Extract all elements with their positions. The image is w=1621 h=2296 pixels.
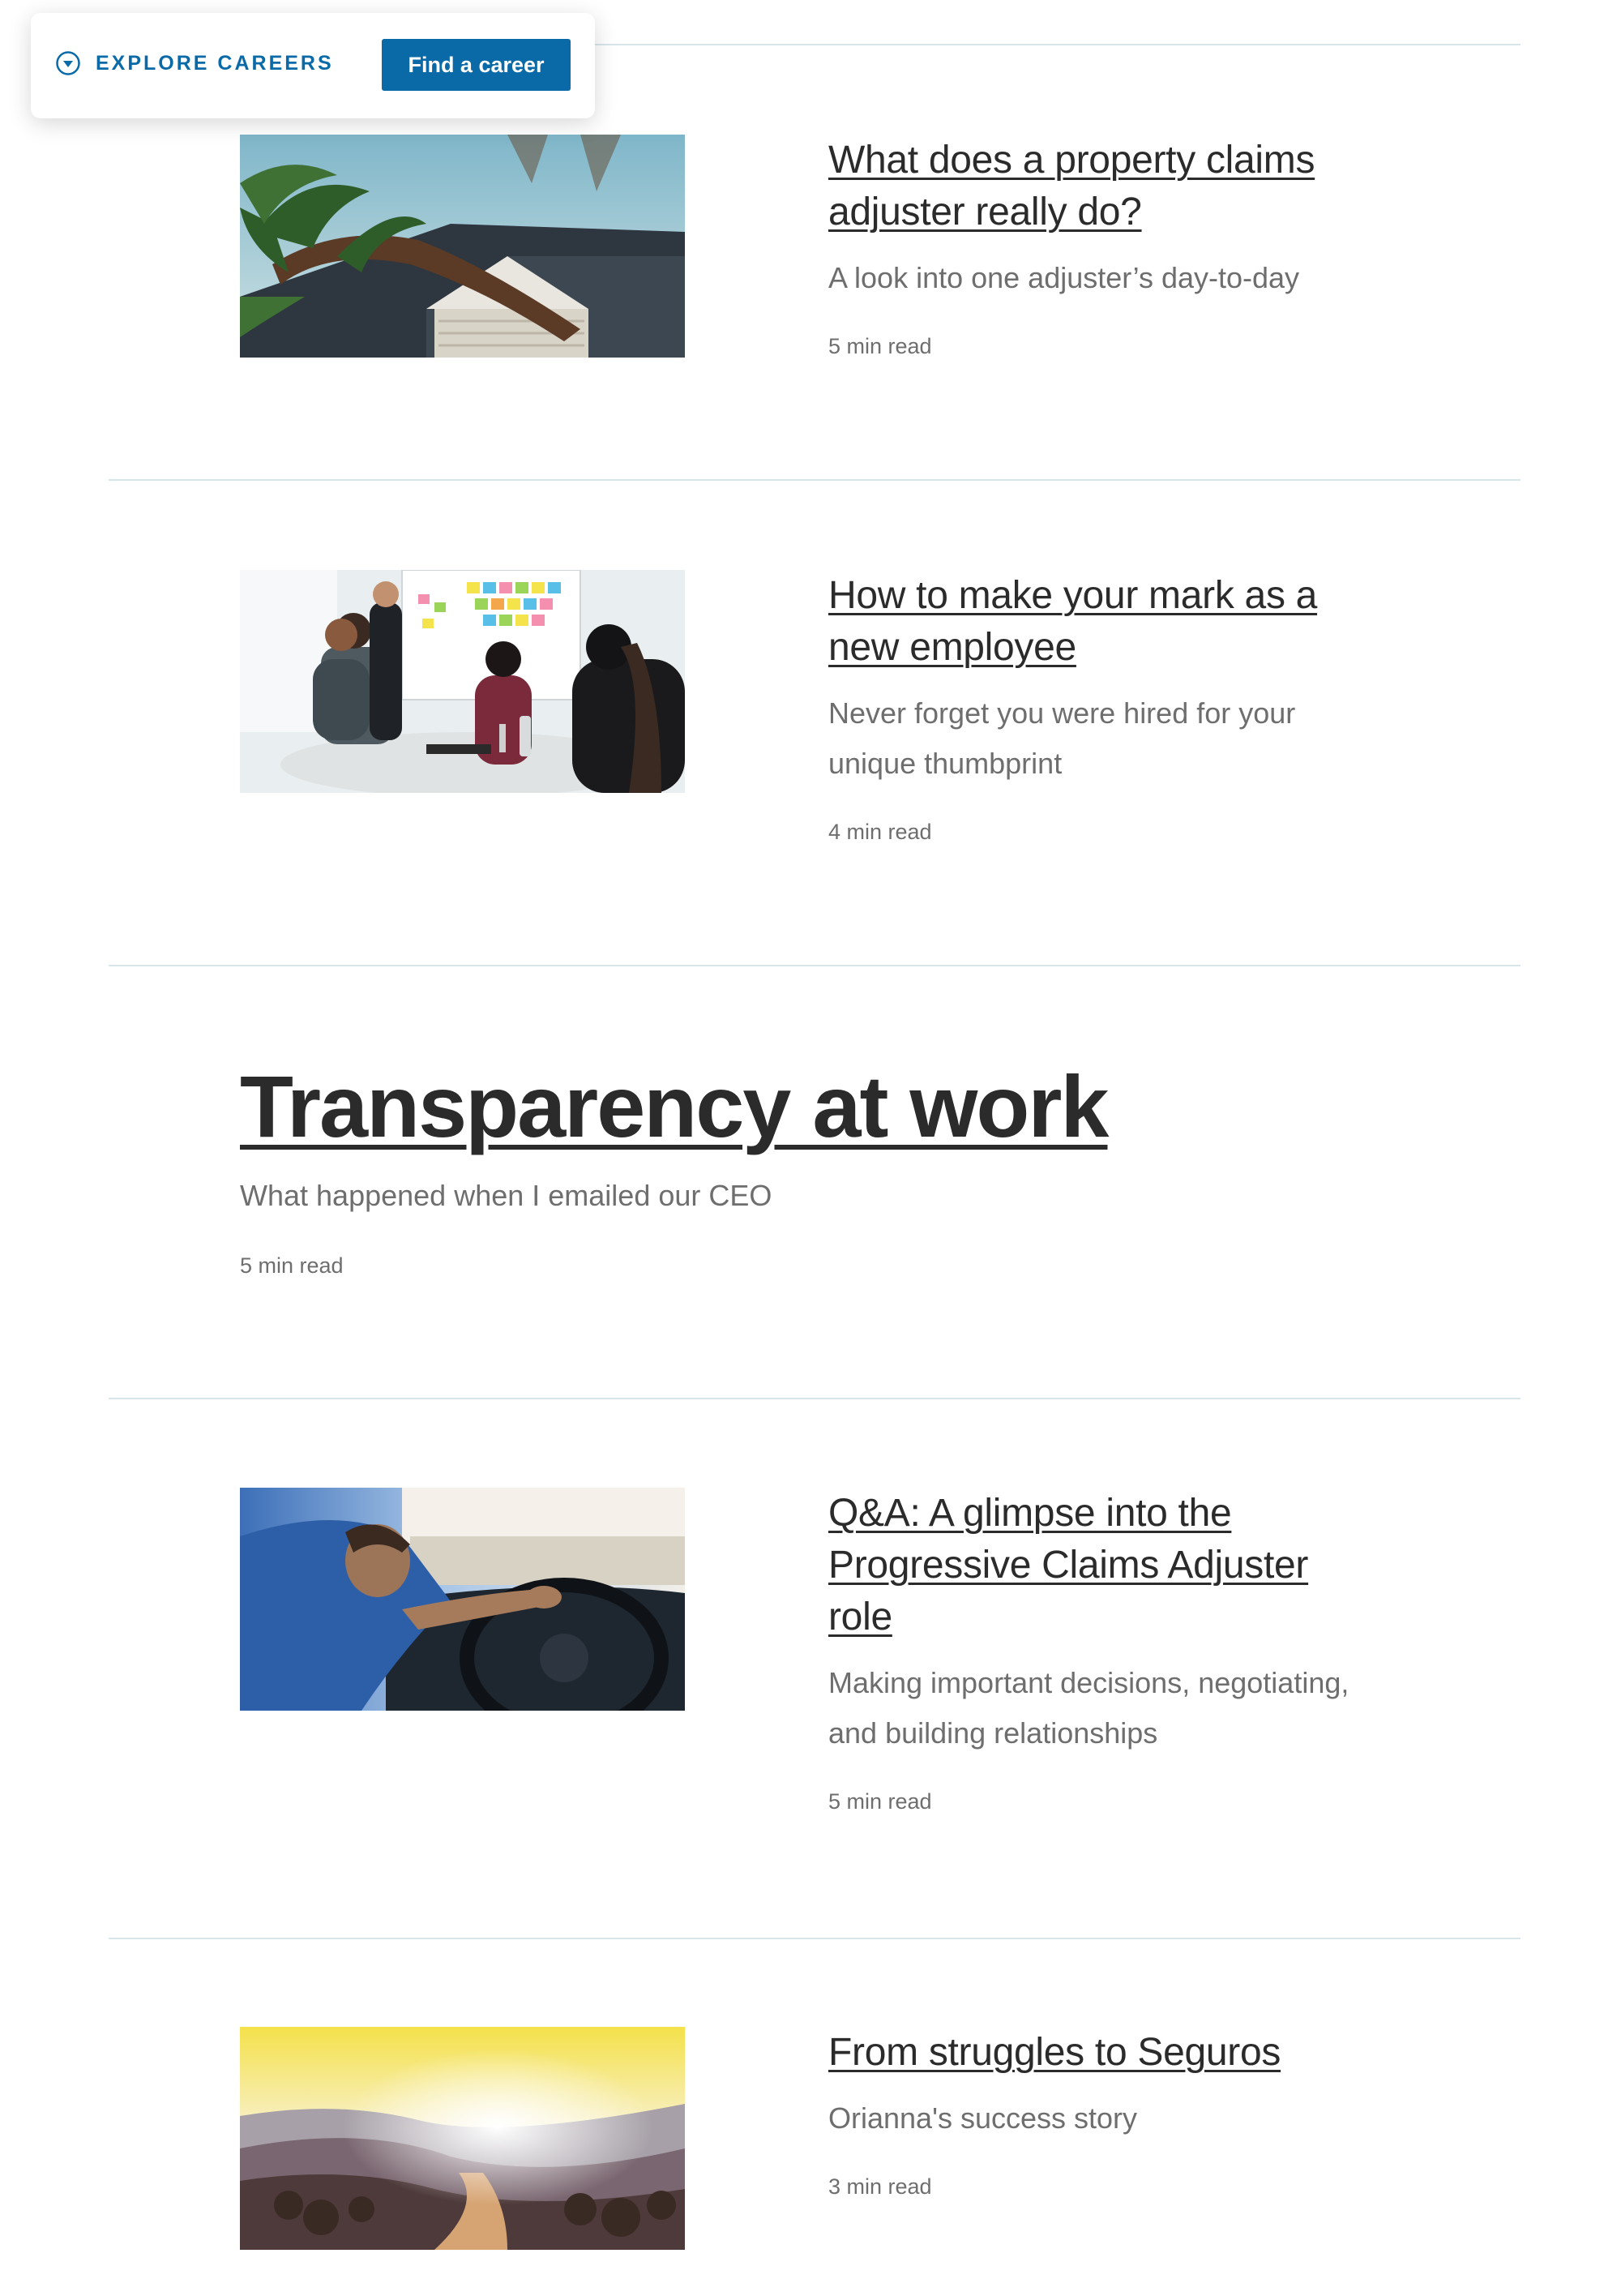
featured-subtitle: What happened when I emailed our CEO xyxy=(240,1179,772,1212)
divider xyxy=(109,1398,1520,1399)
find-a-career-button[interactable]: Find a career xyxy=(382,39,571,91)
article-title-link[interactable]: What does a property claims adjuster rea… xyxy=(828,135,1379,238)
featured-read-time: 5 min read xyxy=(240,1253,344,1278)
article-subtitle: Orianna's success story xyxy=(828,2101,1138,2135)
featured-title-link[interactable]: Transparency at work xyxy=(240,1054,1456,1159)
explore-careers-label: EXPLORE CAREERS xyxy=(96,51,334,75)
article-image-team-meeting[interactable] xyxy=(240,570,685,793)
article-image-storm-roof[interactable] xyxy=(240,135,685,358)
article-content: How to make your mark as a new employee … xyxy=(828,570,1379,845)
divider xyxy=(109,479,1520,481)
article-subtitle: A look into one adjuster’s day-to-day xyxy=(828,261,1300,294)
article-subtitle: Making important decisions, negotiating,… xyxy=(828,1666,1349,1750)
article-content: What does a property claims adjuster rea… xyxy=(828,135,1379,359)
article-content: From struggles to Seguros Orianna's succ… xyxy=(828,2027,1379,2200)
article-read-time: 4 min read xyxy=(828,820,932,844)
article-content: Q&A: A glimpse into the Progressive Clai… xyxy=(828,1488,1379,1814)
article-read-time: 5 min read xyxy=(828,1789,932,1814)
article-title-link[interactable]: How to make your mark as a new employee xyxy=(828,570,1379,674)
article-title-link[interactable]: From struggles to Seguros xyxy=(828,2027,1379,2079)
article-image-driving[interactable] xyxy=(240,1488,685,1711)
article-title-link[interactable]: Q&A: A glimpse into the Progressive Clai… xyxy=(828,1488,1379,1643)
explore-careers-bar: EXPLORE CAREERS Find a career xyxy=(31,13,595,118)
chevron-down-circle-icon xyxy=(55,50,81,76)
explore-careers-toggle[interactable]: EXPLORE CAREERS xyxy=(55,50,334,76)
article-read-time: 3 min read xyxy=(828,2174,932,2199)
divider xyxy=(109,965,1520,966)
featured-article: Transparency at work What happened when … xyxy=(240,1054,1456,1279)
article-image-mountain-road[interactable] xyxy=(240,2027,685,2250)
divider xyxy=(109,1938,1520,1939)
article-read-time: 5 min read xyxy=(828,334,932,358)
article-subtitle: Never forget you were hired for your uni… xyxy=(828,696,1296,780)
